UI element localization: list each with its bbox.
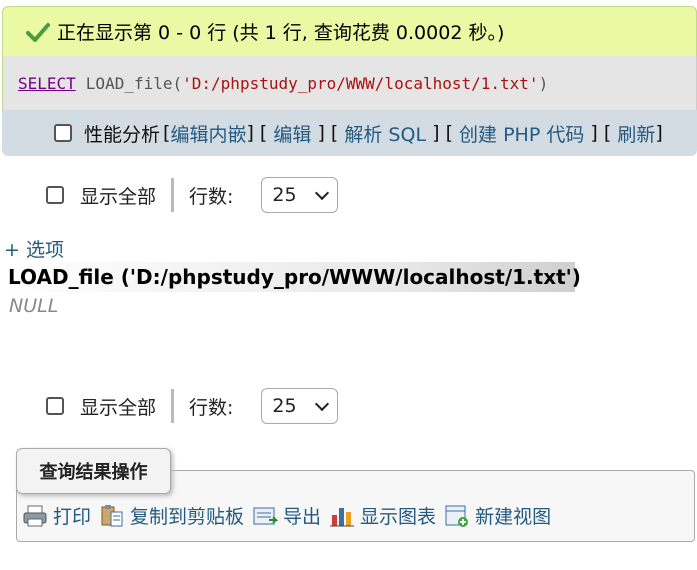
chevron-down-icon bbox=[315, 396, 330, 411]
sql-query-display[interactable]: SELECT LOAD_file ( 'D:/phpstudy_pro/WWW/… bbox=[2, 56, 697, 110]
query-tools-bar: 性能分析 [编辑内嵌] [ 编辑 ] [ 解析 SQL ] [ 创建 PHP 代… bbox=[2, 110, 697, 156]
profiling-label: 性能分析 bbox=[84, 123, 161, 146]
bottom-navigation-row: 显示全部 行数: 25 bbox=[46, 383, 339, 429]
explain-sql-link[interactable]: 解析 SQL bbox=[344, 120, 426, 147]
operations-list: 打印 复制到剪贴板 导出 显示图表 新建视图 bbox=[22, 502, 559, 529]
divider bbox=[171, 389, 175, 423]
create-view-button[interactable]: 新建视图 bbox=[444, 502, 551, 529]
sql-open-paren: ( bbox=[172, 73, 183, 93]
rows-label: 行数: bbox=[189, 185, 234, 208]
checkmark-icon bbox=[26, 22, 50, 42]
display-chart-button[interactable]: 显示图表 bbox=[329, 502, 436, 529]
refresh-link[interactable]: 刷新 bbox=[617, 120, 655, 147]
print-button[interactable]: 打印 bbox=[22, 502, 91, 529]
success-message-box: 正在显示第 0 - 0 行 (共 1 行, 查询花费 0.0002 秒。) bbox=[2, 6, 697, 56]
top-navigation-row: 显示全部 行数: 25 bbox=[46, 172, 339, 218]
print-label: 打印 bbox=[53, 506, 92, 528]
result-cell-null[interactable]: NULL bbox=[9, 295, 58, 317]
export-button[interactable]: 导出 bbox=[252, 502, 321, 529]
sql-function: LOAD_file bbox=[85, 73, 173, 93]
export-icon bbox=[253, 507, 279, 524]
print-icon bbox=[23, 505, 47, 526]
rows-per-page-value: 25 bbox=[272, 184, 297, 206]
export-label: 导出 bbox=[283, 506, 322, 528]
rows-per-page-select[interactable]: 25 bbox=[261, 177, 339, 213]
show-all-label-bottom: 显示全部 bbox=[80, 396, 157, 419]
edit-link[interactable]: 编辑 bbox=[273, 120, 311, 147]
create-view-label: 新建视图 bbox=[475, 506, 552, 528]
result-message: 正在显示第 0 - 0 行 (共 1 行, 查询花费 0.0002 秒。) bbox=[57, 22, 505, 44]
operations-legend: 查询结果操作 bbox=[16, 448, 171, 494]
show-all-label: 显示全部 bbox=[80, 185, 157, 208]
divider bbox=[171, 178, 175, 212]
sql-keyword[interactable]: SELECT bbox=[18, 74, 76, 93]
sql-close-paren: ) bbox=[538, 73, 549, 93]
create-view-icon bbox=[445, 505, 469, 527]
profiling-checkbox[interactable] bbox=[54, 124, 72, 142]
rows-per-page-select-bottom[interactable]: 25 bbox=[261, 388, 339, 424]
chart-icon bbox=[330, 507, 355, 526]
edit-inline-link[interactable]: 编辑内嵌 bbox=[170, 120, 246, 147]
display-chart-label: 显示图表 bbox=[360, 506, 437, 528]
create-php-code-link[interactable]: 创建 PHP 代码 bbox=[459, 120, 584, 147]
result-column-header[interactable]: LOAD_file ('D:/phpstudy_pro/WWW/localhos… bbox=[2, 262, 581, 292]
rows-label-bottom: 行数: bbox=[189, 396, 234, 419]
options-toggle-link[interactable]: + 选项 bbox=[4, 235, 64, 262]
copy-to-clipboard-label: 复制到剪贴板 bbox=[130, 506, 245, 528]
show-all-checkbox-bottom[interactable] bbox=[46, 397, 64, 415]
rows-per-page-value-bottom: 25 bbox=[272, 395, 297, 417]
sql-string-literal: 'D:/phpstudy_pro/WWW/localhost/1.txt' bbox=[182, 73, 539, 93]
chevron-down-icon bbox=[315, 185, 330, 200]
clipboard-icon bbox=[101, 504, 123, 526]
copy-to-clipboard-button[interactable]: 复制到剪贴板 bbox=[99, 502, 244, 529]
show-all-checkbox[interactable] bbox=[46, 186, 64, 204]
